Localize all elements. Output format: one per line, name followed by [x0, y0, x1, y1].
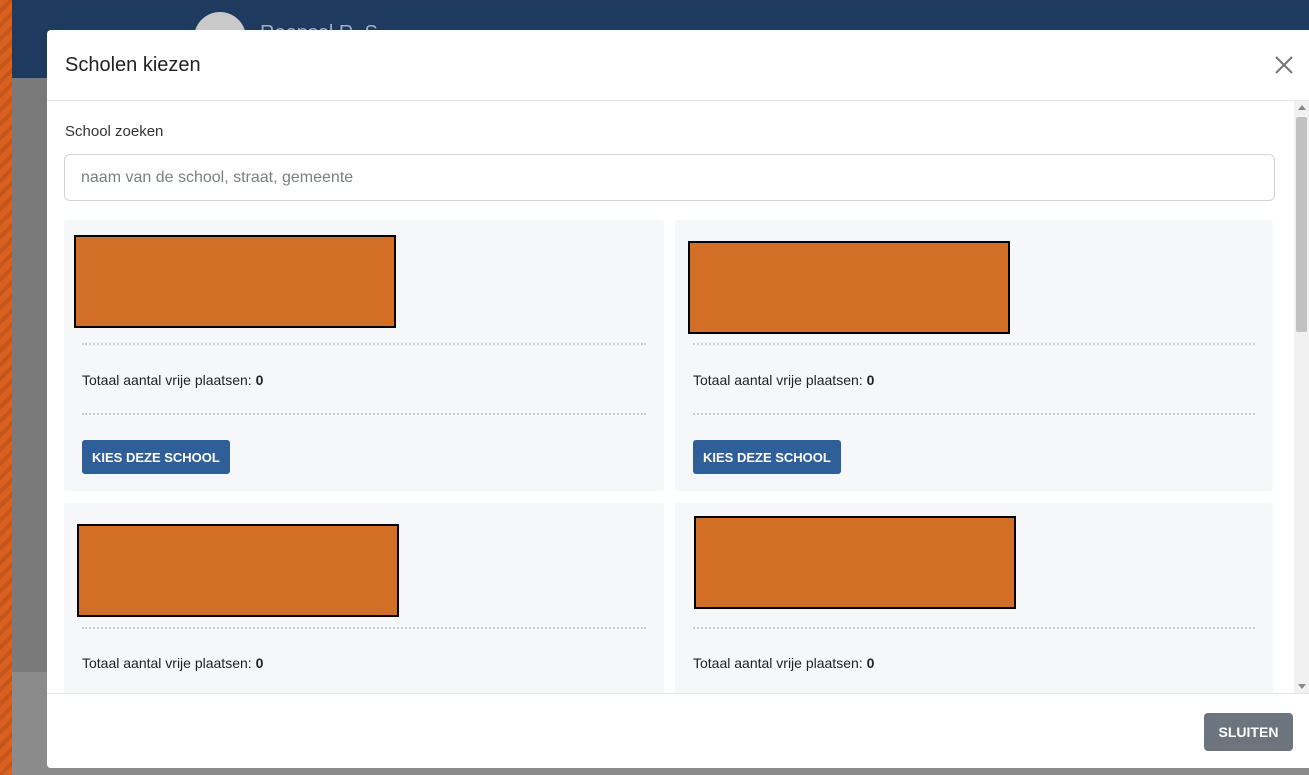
free-places-count: 0 — [866, 655, 875, 671]
school-card: Totaal aantal vrije plaatsen: 0 KIES DEZ… — [675, 220, 1273, 491]
school-name-redacted — [688, 241, 1010, 334]
free-places-text: Totaal aantal vrije plaatsen: 0 — [693, 655, 874, 671]
scroll-down-arrow-icon[interactable] — [1298, 684, 1306, 689]
school-name-redacted — [77, 524, 399, 617]
modal-body: School zoeken Totaal aantal vrije plaats… — [47, 101, 1294, 693]
close-icon — [1275, 56, 1293, 74]
free-places-text: Totaal aantal vrije plaatsen: 0 — [82, 372, 263, 388]
modal-header: Scholen kiezen — [47, 30, 1309, 101]
close-button[interactable] — [1269, 50, 1299, 80]
free-places-count: 0 — [255, 372, 264, 388]
choose-school-button[interactable]: KIES DEZE SCHOOL — [82, 440, 230, 474]
card-divider — [693, 343, 1255, 345]
search-label: School zoeken — [65, 123, 164, 140]
scroll-thumb[interactable] — [1296, 117, 1307, 332]
modal-title: Scholen kiezen — [65, 54, 201, 76]
school-card: Totaal aantal vrije plaatsen: 0 KIES DEZ… — [64, 220, 664, 491]
free-places-count: 0 — [255, 655, 264, 671]
card-divider — [693, 413, 1255, 415]
free-places-label: Totaal aantal vrije plaatsen: — [82, 372, 252, 388]
free-places-label: Totaal aantal vrije plaatsen: — [693, 655, 863, 671]
search-input[interactable] — [64, 154, 1275, 201]
free-places-text: Totaal aantal vrije plaatsen: 0 — [82, 655, 263, 671]
choose-school-button[interactable]: KIES DEZE SCHOOL — [693, 440, 841, 474]
school-picker-modal: Scholen kiezen School zoeken Totaal aant… — [47, 30, 1309, 768]
school-card: Totaal aantal vrije plaatsen: 0 — [64, 503, 664, 693]
card-divider — [82, 413, 646, 415]
modal-footer: SLUITEN — [47, 693, 1309, 768]
school-card: Totaal aantal vrije plaatsen: 0 — [675, 503, 1273, 693]
free-places-label: Totaal aantal vrije plaatsen: — [693, 372, 863, 388]
close-modal-button[interactable]: SLUITEN — [1204, 713, 1293, 751]
free-places-label: Totaal aantal vrije plaatsen: — [82, 655, 252, 671]
card-divider — [82, 343, 646, 345]
free-places-text: Totaal aantal vrije plaatsen: 0 — [693, 372, 874, 388]
scroll-up-arrow-icon[interactable] — [1298, 105, 1306, 110]
free-places-count: 0 — [866, 372, 875, 388]
school-name-redacted — [74, 235, 396, 328]
card-divider — [82, 627, 646, 629]
card-divider — [693, 627, 1255, 629]
modal-scrollbar[interactable] — [1294, 101, 1309, 693]
school-name-redacted — [694, 516, 1016, 609]
